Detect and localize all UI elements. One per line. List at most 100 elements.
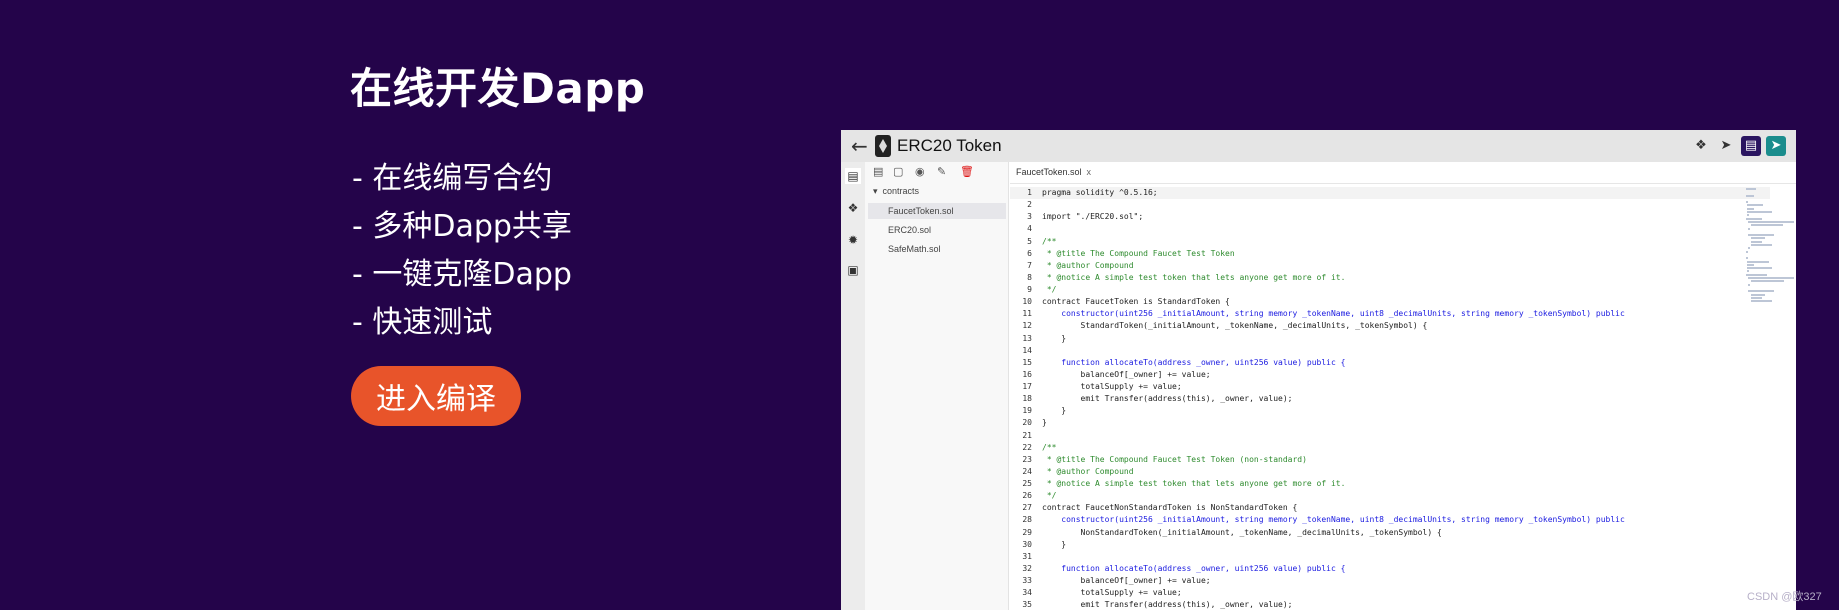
file-explorer-icon[interactable]: ▤ xyxy=(845,168,861,184)
line-number: 31 xyxy=(1022,551,1032,561)
rocket-icon[interactable]: ➤ xyxy=(1716,136,1736,156)
line-text: * @title The Compound Faucet Test Token xyxy=(1042,248,1235,258)
minimap-line xyxy=(1748,234,1774,237)
line-number: 10 xyxy=(1022,297,1032,307)
promo-title: 在线开发Dapp xyxy=(350,64,646,113)
minimap-line xyxy=(1746,194,1755,197)
code-line: 21 xyxy=(1010,430,1770,442)
compiler-icon[interactable]: ❖ xyxy=(845,200,861,216)
line-text: * @title The Compound Faucet Test Token … xyxy=(1042,454,1307,464)
edit-icon[interactable]: ✎ xyxy=(937,165,946,178)
minimap-line xyxy=(1746,214,1749,217)
line-text: emit Transfer(address(this), _owner, val… xyxy=(1042,394,1293,404)
line-text: } xyxy=(1042,418,1047,428)
minimap-line xyxy=(1748,247,1751,250)
debugger-icon[interactable]: ✹ xyxy=(845,232,861,248)
line-number: 18 xyxy=(1022,394,1032,404)
tab-label: FaucetToken.sol xyxy=(1016,167,1082,177)
code-line: 31 xyxy=(1010,551,1770,563)
file-item-safemath[interactable]: SafeMath.sol xyxy=(868,241,1006,257)
code-line: 33 balanceOf[_owner] += value; xyxy=(1010,575,1770,587)
line-text: function allocateTo(address _owner, uint… xyxy=(1042,357,1346,367)
minimap-line xyxy=(1750,293,1765,296)
feature-item: - 多种Dapp共享 xyxy=(352,209,572,244)
minimap-line xyxy=(1750,244,1772,247)
minimap-line xyxy=(1750,280,1784,283)
code-line: 14 xyxy=(1010,345,1770,357)
enter-compile-button[interactable]: 进入编译 xyxy=(351,366,521,426)
line-text: pragma solidity ^0.5.16; xyxy=(1042,188,1158,197)
line-text: import "./ERC20.sol"; xyxy=(1042,212,1144,222)
code-line: 15 function allocateTo(address _owner, u… xyxy=(1010,357,1770,369)
code-line: 8 * @notice A simple test token that let… xyxy=(1010,272,1770,284)
line-number: 13 xyxy=(1022,333,1032,343)
file-item-faucettoken[interactable]: FaucetToken.sol xyxy=(868,203,1006,219)
code-line: 13 } xyxy=(1010,333,1770,345)
code-line: 16 balanceOf[_owner] += value; xyxy=(1010,369,1770,381)
line-text: StandardToken(_initialAmount, _tokenName… xyxy=(1042,321,1428,331)
folder-label: contracts xyxy=(882,186,920,196)
code-line: 27 contract FaucetNonStandardToken is Non… xyxy=(1010,502,1770,514)
code-line: 20} xyxy=(1010,417,1770,429)
new-file-icon[interactable]: ▤ xyxy=(873,165,883,178)
line-text: } xyxy=(1042,406,1067,416)
minimap-line xyxy=(1746,250,1748,253)
minimap-line xyxy=(1746,204,1763,207)
minimap-line xyxy=(1748,283,1751,286)
trash-icon[interactable]: 🗑 xyxy=(960,165,974,178)
line-number: 27 xyxy=(1022,503,1032,513)
code-line: 23 * @title The Compound Faucet Test Tok… xyxy=(1010,454,1770,466)
minimap-line xyxy=(1748,220,1795,223)
line-number: 23 xyxy=(1022,454,1032,464)
line-text: * @author Compound xyxy=(1042,260,1134,270)
code-line: 2 xyxy=(1010,199,1770,211)
code-editor[interactable]: FaucetToken.sol x 1 pragma solidity ^0.5.1… xyxy=(1010,162,1796,610)
line-text: totalSupply += value; xyxy=(1042,382,1182,391)
folder-contracts[interactable]: ▾ contracts xyxy=(873,186,919,197)
line-text: contract FaucetNonStandardToken is NonSt… xyxy=(1042,503,1298,513)
github-icon[interactable]: ◉ xyxy=(915,165,925,178)
line-number: 25 xyxy=(1022,479,1032,488)
line-number: 2 xyxy=(1027,200,1032,210)
compass-icon[interactable]: ❖ xyxy=(1691,136,1711,156)
code-line: 24 * @author Compound xyxy=(1010,466,1770,478)
minimap-line xyxy=(1746,201,1748,204)
minimap-line xyxy=(1750,237,1765,240)
line-text: balanceOf[_owner] += value; xyxy=(1042,369,1211,379)
line-number: 6 xyxy=(1027,248,1032,258)
line-number: 4 xyxy=(1027,224,1032,234)
line-text: */ xyxy=(1042,285,1057,294)
deploy-icon[interactable]: ▣ xyxy=(845,262,861,278)
minimap-line xyxy=(1746,273,1768,276)
watermark: CSDN @欧327 xyxy=(1747,591,1822,603)
minimap-line xyxy=(1746,211,1772,214)
code-line: 28 constructor(uint256 _initialAmount, s… xyxy=(1010,514,1770,526)
minimap[interactable] xyxy=(1746,188,1795,368)
code-line: 5 /** xyxy=(1010,236,1770,248)
minimap-line xyxy=(1748,277,1795,280)
line-number: 9 xyxy=(1027,285,1032,294)
tab-faucettoken[interactable]: FaucetToken.sol x xyxy=(1016,167,1091,177)
side-rail: ▤ ❖ ✹ ▣ xyxy=(841,162,865,610)
send-icon[interactable]: ➤ xyxy=(1766,136,1786,156)
arrow-left-icon[interactable]: ← xyxy=(851,134,868,158)
feature-item: - 在线编写合约 xyxy=(352,161,553,196)
code-area[interactable]: 1 pragma solidity ^0.5.16; 2 3 import "./ERC… xyxy=(1010,187,1770,610)
file-item-erc20[interactable]: ERC20.sol xyxy=(868,222,1006,238)
minimap-line xyxy=(1746,287,1748,289)
line-text: totalSupply += value; xyxy=(1042,588,1182,598)
code-line: 9 */ xyxy=(1010,284,1770,296)
line-text: } xyxy=(1042,539,1067,549)
code-line: 6 * @title The Compound Faucet Test Toke… xyxy=(1010,248,1770,260)
minimap-line xyxy=(1746,198,1748,200)
document-icon[interactable]: ▤ xyxy=(1741,136,1761,156)
close-icon[interactable]: x xyxy=(1087,167,1092,177)
line-number: 21 xyxy=(1022,430,1032,440)
line-text: /** xyxy=(1042,236,1057,246)
code-line: 29 NonStandardToken(_initialAmount, _tok… xyxy=(1010,527,1770,539)
ethereum-logo-icon xyxy=(875,135,891,157)
minimap-line xyxy=(1750,224,1783,227)
new-folder-icon[interactable]: ▢ xyxy=(893,165,903,178)
line-number: 26 xyxy=(1022,491,1032,501)
line-number: 35 xyxy=(1022,600,1032,610)
